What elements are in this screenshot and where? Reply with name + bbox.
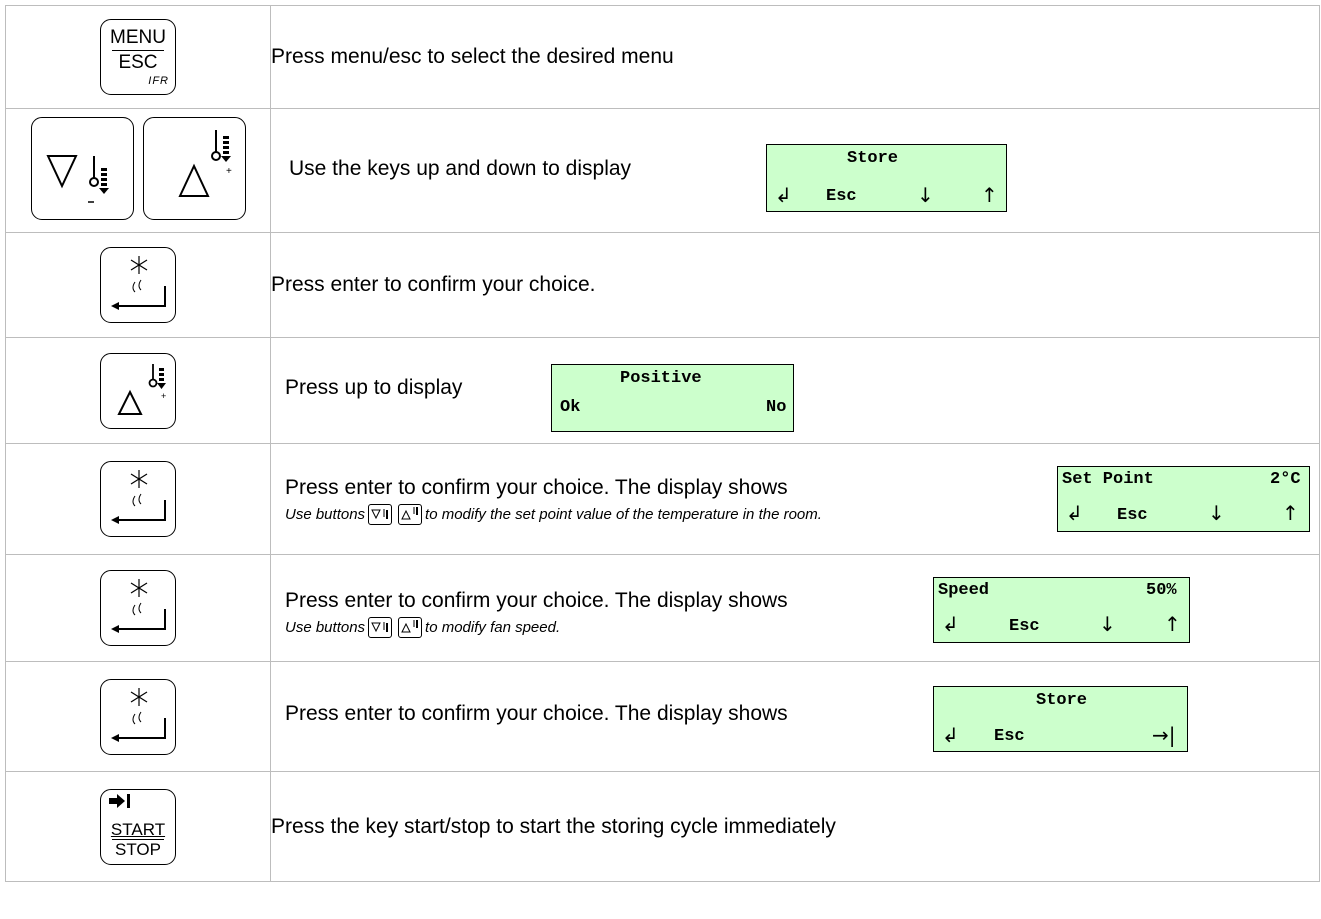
step-row: Press enter to confirm your choice. The … <box>5 443 1320 555</box>
key-cell <box>5 232 271 338</box>
step-row: START STOP Press the key start/stop to s… <box>5 771 1320 882</box>
down-key-mini-icon <box>368 504 393 525</box>
desc-cell: Press the key start/stop to start the st… <box>270 771 1320 882</box>
step-text: Press enter to confirm your choice. The … <box>285 476 788 499</box>
lcd-title: Store <box>847 149 899 168</box>
svg-text:+: + <box>161 391 166 401</box>
menu-label: MENU <box>110 27 166 48</box>
enter-snowflake-key-icon[interactable] <box>100 461 176 537</box>
desc-cell: Press enter to confirm your choice. The … <box>270 554 1320 662</box>
lcd-no: No <box>766 398 787 417</box>
lcd-value: 2°C <box>1270 470 1301 489</box>
lcd-up-symbol: ↑ <box>1282 501 1299 525</box>
esc-label: ESC <box>118 52 158 73</box>
lcd-ok: Ok <box>560 398 581 417</box>
step-text: Use the keys up and down to display <box>289 157 632 180</box>
lcd-display: Store ↲ Esc ↓ ↑ <box>766 144 1007 212</box>
step-note: Use buttons to modify the set point valu… <box>285 504 822 525</box>
note-after: to modify the set point value of the tem… <box>425 506 822 523</box>
enter-snowflake-key-icon[interactable] <box>100 247 176 323</box>
up-key-mini-icon <box>398 617 423 638</box>
lcd-down-symbol: ↓ <box>1208 501 1225 525</box>
svg-text:+: + <box>226 166 232 177</box>
desc-cell: Press enter to confirm your choice. The … <box>270 661 1320 772</box>
step-row: + Use the keys up and down to display St… <box>5 108 1320 233</box>
up-triangle-thermometer-key-icon[interactable]: + <box>100 352 176 429</box>
step-row: Press enter to confirm your choice. <box>5 232 1320 338</box>
step-text: Press enter to confirm your choice. The … <box>285 702 788 725</box>
note-after: to modify fan speed. <box>425 619 561 636</box>
step-row: Press enter to confirm your choice. The … <box>5 554 1320 662</box>
step-text: Press enter to confirm your choice. <box>271 273 596 296</box>
desc-cell: Press up to display Positive Ok No <box>270 337 1320 444</box>
lcd-display: Store ↲ Esc →| <box>933 686 1188 752</box>
start-label: START <box>110 819 166 839</box>
key-cell: MENU ESC IFR <box>5 5 271 109</box>
lcd-enter-symbol: ↲ <box>1066 501 1083 525</box>
lcd-down-symbol: ↓ <box>917 183 934 207</box>
step-text: Press the key start/stop to start the st… <box>271 814 836 838</box>
lcd-label: Speed <box>938 581 990 600</box>
enter-snowflake-key-icon[interactable] <box>100 678 176 755</box>
note-before: Use buttons <box>285 506 366 523</box>
lcd-enter-symbol: ↲ <box>775 183 792 207</box>
lcd-title: Positive <box>620 369 702 388</box>
lcd-esc: Esc <box>994 727 1025 746</box>
down-triangle-thermometer-key-icon[interactable] <box>30 116 134 220</box>
step-row: MENU ESC IFR Press menu/esc to select th… <box>5 5 1320 109</box>
desc-cell: Press enter to confirm your choice. The … <box>270 443 1320 555</box>
desc-cell: Use the keys up and down to display Stor… <box>270 108 1320 233</box>
lcd-down-symbol: ↓ <box>1099 612 1116 636</box>
key-cell: + <box>5 337 271 444</box>
lcd-label: Set Point <box>1062 470 1154 489</box>
key-cell <box>5 443 271 555</box>
step-text: Press enter to confirm your choice. The … <box>285 589 788 612</box>
step-note: Use buttons to modify fan speed. <box>285 617 788 638</box>
lcd-display: Positive Ok No <box>551 364 794 432</box>
lcd-up-symbol: ↑ <box>981 183 998 207</box>
step-text: Press menu/esc to select the desired men… <box>271 45 674 68</box>
up-triangle-thermometer-key-icon[interactable]: + <box>142 116 246 220</box>
key-cell: + <box>5 108 271 233</box>
key-cell: START STOP <box>5 771 271 882</box>
lcd-esc: Esc <box>1117 506 1148 525</box>
step-text: Press up to display <box>285 376 463 399</box>
up-key-mini-icon <box>398 504 423 525</box>
step-row: + Press up to display Positive Ok No <box>5 337 1320 444</box>
key-cell <box>5 661 271 772</box>
down-key-mini-icon <box>368 617 393 638</box>
instruction-table: MENU ESC IFR Press menu/esc to select th… <box>5 5 1320 882</box>
lcd-enter-symbol: ↲ <box>942 612 959 636</box>
lcd-esc: Esc <box>826 187 857 206</box>
stop-label: STOP <box>115 839 161 859</box>
lcd-display: Set Point 2°C ↲ Esc ↓ ↑ <box>1057 466 1310 532</box>
ifr-label: IFR <box>148 75 169 87</box>
note-before: Use buttons <box>285 619 366 636</box>
lcd-value: 50% <box>1146 581 1177 600</box>
desc-cell: Press enter to confirm your choice. <box>270 232 1320 338</box>
step-row: Press enter to confirm your choice. The … <box>5 661 1320 772</box>
lcd-title: Store <box>1036 691 1088 710</box>
lcd-up-symbol: ↑ <box>1164 612 1181 636</box>
menu-esc-key-icon[interactable]: MENU ESC IFR <box>100 19 176 95</box>
desc-cell: Press menu/esc to select the desired men… <box>270 5 1320 109</box>
lcd-display: Speed 50% ↲ Esc ↓ ↑ <box>933 577 1190 643</box>
key-cell <box>5 554 271 662</box>
start-stop-key-icon[interactable]: START STOP <box>100 788 176 865</box>
lcd-enter-symbol: ↲ <box>942 723 959 747</box>
lcd-esc: Esc <box>1009 617 1040 636</box>
lcd-tab-symbol: →| <box>1152 723 1176 747</box>
enter-snowflake-key-icon[interactable] <box>100 570 176 646</box>
